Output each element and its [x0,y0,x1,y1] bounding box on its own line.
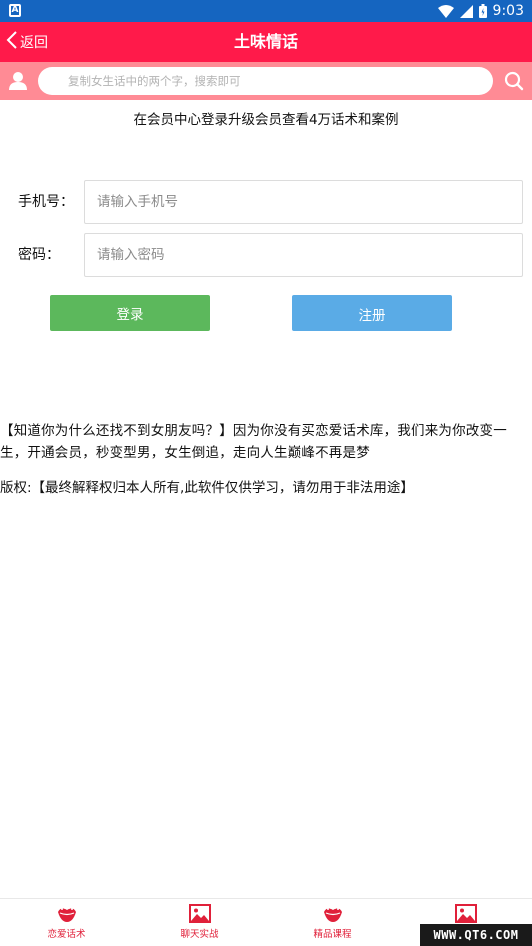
image-icon [454,902,478,926]
search-icon[interactable] [500,67,528,95]
nav-item-chat-practice[interactable]: 聊天实战 [133,899,266,946]
search-bar [0,62,532,100]
phone-label: 手机号： [18,194,74,210]
login-button[interactable]: 登录 [50,295,210,331]
page-title: 土味情话 [233,32,298,51]
signal-icon [459,4,473,18]
nav-label: 恋爱话术 [47,929,86,940]
phone-row: 手机号： [0,180,532,224]
wifi-icon [437,4,454,18]
member-notice: 在会员中心登录升级会员查看4万话术和案例 [133,112,399,128]
lips-icon [55,902,79,926]
nav-label: 聊天实战 [180,929,219,940]
lips-icon [321,902,345,926]
register-button[interactable]: 注册 [292,295,452,331]
password-label: 密码： [18,247,60,263]
nav-item-courses[interactable]: 精品课程 [266,899,399,946]
search-input[interactable] [38,67,493,95]
watermark: WWW.QT6.COM [420,924,532,946]
battery-icon [478,4,487,18]
phone-field[interactable] [84,180,523,224]
status-bar: A 9:03 [0,0,532,22]
status-icons: 9:03 [437,0,524,22]
back-label: 返回 [20,35,48,51]
image-icon [188,902,212,926]
nav-label: 精品课程 [313,929,352,940]
copyright-text: 版权:【最终解释权归本人所有,此软件仅供学习，请勿用于非法用途】 [0,480,414,496]
app-a-icon: A [9,4,21,17]
password-field[interactable] [84,233,523,277]
back-button[interactable]: 返回 [6,22,48,62]
user-icon[interactable] [6,69,30,93]
password-row: 密码： [0,233,532,277]
status-time: 9:03 [492,3,524,19]
promo-text: 【知道你为什么还找不到女朋友吗？】因为你没有买恋爱话术库，我们来为你改变一生，开… [0,423,507,461]
title-bar: 返回 土味情话 [0,22,532,62]
nav-item-love-talk[interactable]: 恋爱话术 [0,899,133,946]
chevron-left-icon [6,31,18,53]
